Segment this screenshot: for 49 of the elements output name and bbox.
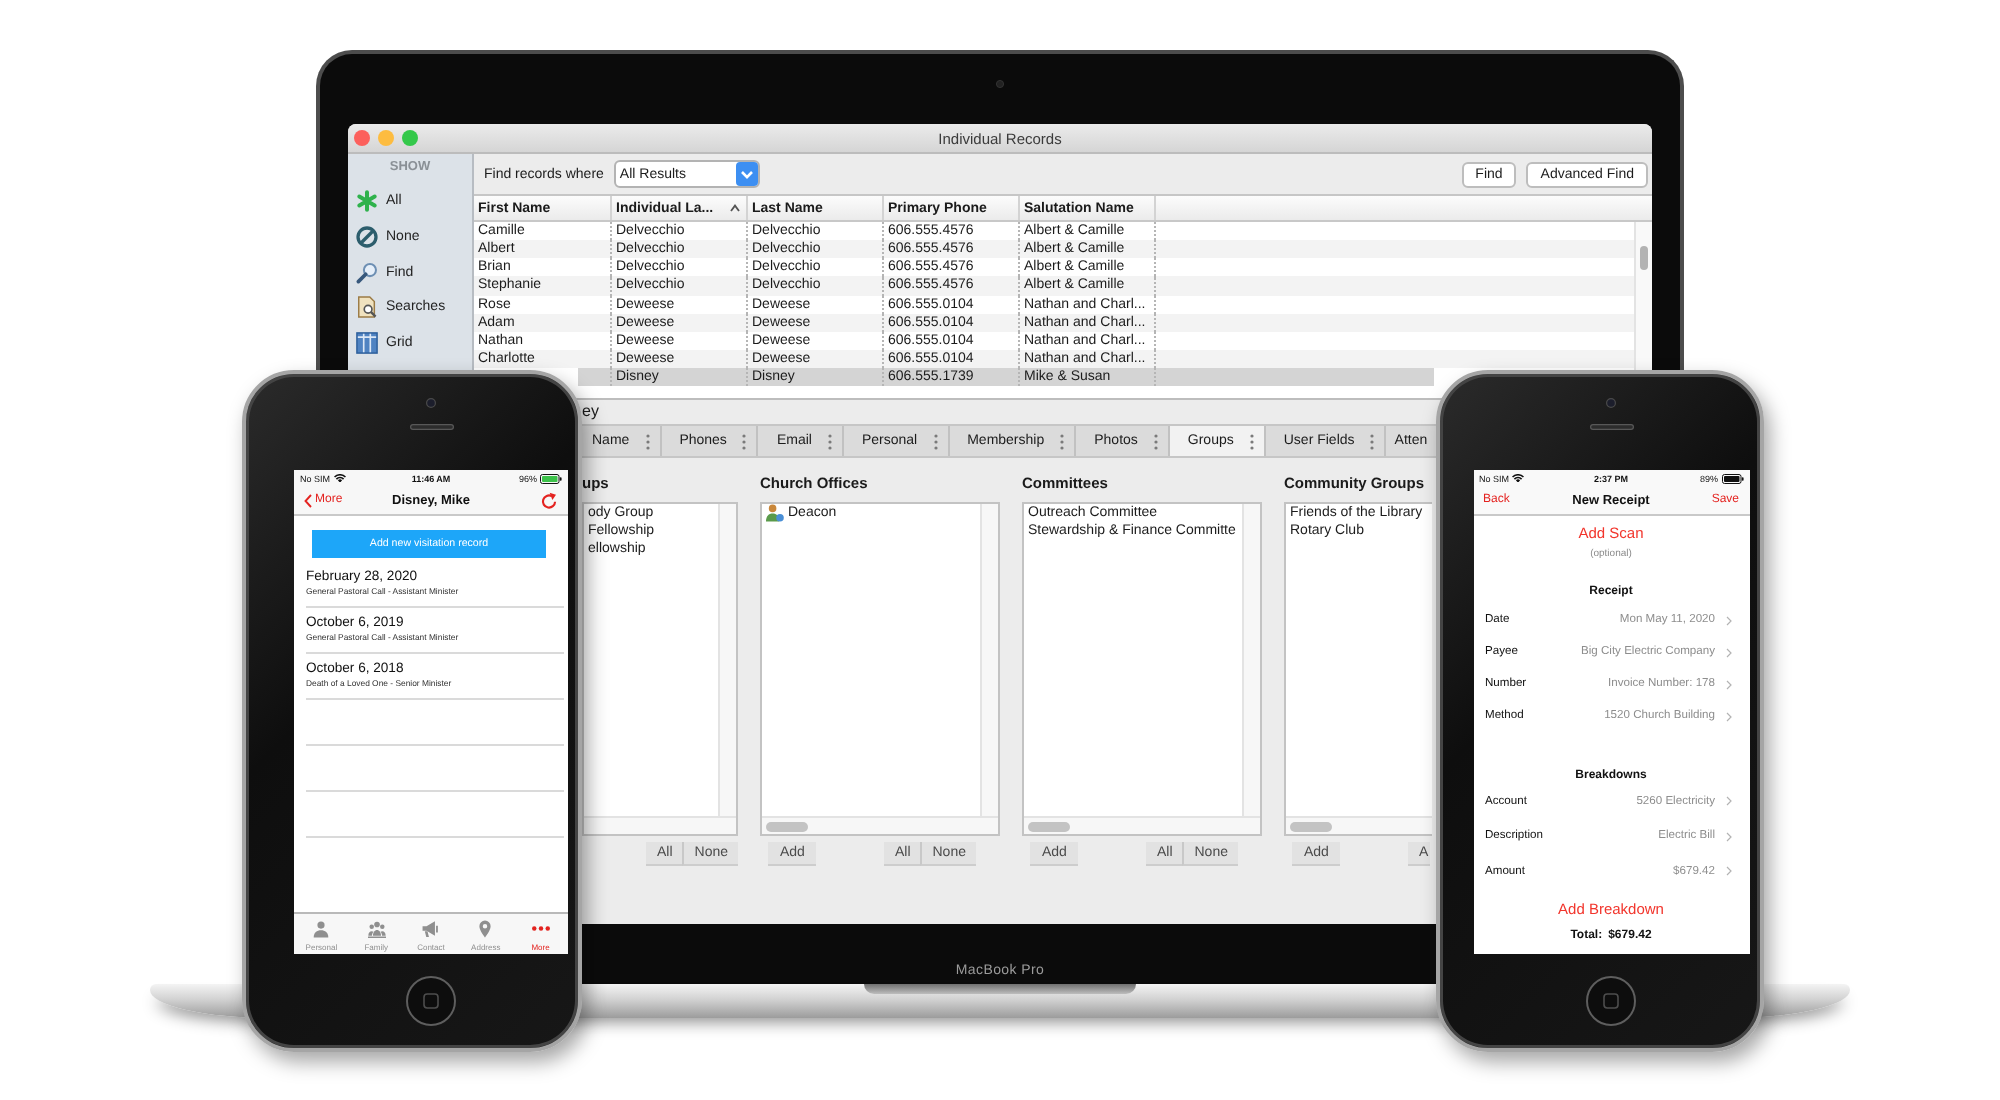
vertical-dots-icon [1060, 433, 1065, 449]
chevron-right-icon [1725, 866, 1731, 877]
chevron-right-icon [1725, 796, 1731, 807]
vertical-dots-icon [827, 433, 832, 449]
home-button-icon [1586, 976, 1636, 1026]
wifi-icon [1512, 473, 1525, 483]
battery-icon [1721, 473, 1743, 483]
chevron-right-icon [1725, 615, 1731, 625]
chevron-left-icon [304, 493, 312, 507]
scrollbar-thumb[interactable] [1290, 821, 1332, 831]
close-button[interactable] [354, 130, 370, 146]
minimize-button[interactable] [378, 130, 394, 146]
person-icon [766, 504, 784, 522]
home-button-icon [406, 976, 456, 1026]
chevron-right-icon [1725, 831, 1731, 842]
document-search-icon [356, 296, 378, 319]
people-icon [367, 920, 386, 938]
chevron-right-icon [1725, 679, 1731, 689]
vertical-dots-icon [1370, 433, 1375, 449]
scrollbar-thumb[interactable] [766, 821, 808, 831]
person-icon [312, 920, 331, 938]
chevron-right-icon [1725, 711, 1731, 721]
battery-icon [540, 473, 562, 483]
speaker-grille-icon [1589, 424, 1633, 430]
record-heading: ey [582, 402, 599, 420]
more-dots-icon [531, 926, 550, 932]
scrollbar-thumb[interactable] [1028, 821, 1070, 831]
sort-caret-icon [730, 204, 740, 212]
vertical-dots-icon [933, 433, 938, 449]
webcam-icon [996, 80, 1004, 88]
search-icon [356, 261, 378, 284]
map-pin-icon [476, 920, 495, 938]
grid-icon [356, 332, 378, 355]
wifi-icon [333, 473, 346, 483]
vertical-dots-icon [1249, 433, 1254, 449]
vertical-dots-icon [1153, 433, 1158, 449]
chevron-right-icon [1725, 647, 1731, 657]
prohibited-icon [356, 226, 378, 249]
camera-lens-icon [1606, 398, 1616, 408]
chevron-down-icon [735, 162, 758, 186]
megaphone-icon [421, 920, 440, 938]
speaker-grille-icon [409, 424, 453, 430]
camera-lens-icon [426, 398, 436, 408]
refresh-icon[interactable] [540, 491, 558, 509]
zoom-button[interactable] [402, 130, 418, 146]
vertical-dots-icon [645, 433, 650, 449]
asterisk-icon [356, 190, 378, 213]
vertical-dots-icon [742, 433, 747, 449]
scrollbar-thumb[interactable] [1640, 246, 1648, 270]
